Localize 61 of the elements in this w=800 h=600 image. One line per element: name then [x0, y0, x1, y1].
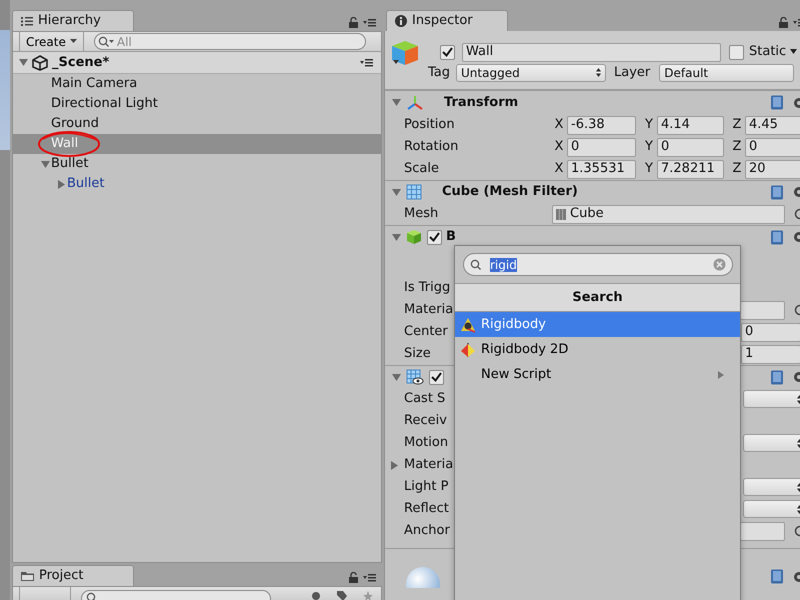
hierarchy-row[interactable]: Ground	[13, 114, 381, 134]
search-field[interactable]: rigid	[463, 253, 733, 276]
menu-item[interactable]: New Script	[455, 362, 740, 387]
number-field[interactable]: 4.45	[745, 116, 800, 134]
axis-label: X	[554, 160, 564, 178]
hierarchy-tab[interactable]: Hierarchy	[12, 10, 134, 31]
component-title: Cube (Mesh Filter)	[442, 183, 578, 202]
hierarchy-row[interactable]: Bullet	[13, 154, 381, 174]
axis-label: Z	[732, 138, 742, 156]
number-field[interactable]: 1	[741, 344, 800, 364]
tag-dropdown[interactable]: Untagged	[456, 64, 606, 82]
axis-label: Z	[732, 160, 742, 178]
layer-label: Layer	[614, 64, 650, 82]
property-label: Mesh	[404, 205, 438, 224]
property-label: Motion	[404, 434, 448, 452]
axis-label: X	[554, 116, 564, 134]
tag-label: Tag	[428, 64, 450, 82]
axis-label: Z	[732, 116, 742, 134]
search-field[interactable]: All	[94, 33, 366, 50]
number-field[interactable]: 4.14	[657, 116, 724, 134]
property-label: Receiv	[404, 412, 447, 430]
property-label: Is Trigg	[404, 279, 450, 298]
number-field[interactable]: 0	[657, 138, 724, 156]
popup-header: Search	[455, 284, 740, 312]
hierarchy-row[interactable]: Directional Light	[13, 94, 381, 114]
axis-label: Y	[644, 116, 654, 134]
component-title: B	[446, 228, 456, 246]
property-label: Materia	[404, 301, 454, 320]
property-label: Materia	[404, 456, 454, 474]
property-label: Anchor	[404, 522, 450, 540]
property-label: Size	[404, 345, 431, 364]
axis-label: X	[554, 138, 564, 156]
name-field[interactable]: Wall	[462, 42, 721, 62]
hierarchy-row[interactable]: Bullet	[13, 174, 381, 194]
number-field[interactable]: 0	[741, 322, 800, 342]
inspector-tab[interactable]: Inspector	[386, 10, 508, 31]
property-label: Rotation	[404, 138, 458, 156]
property-label: Scale	[404, 160, 439, 178]
number-field[interactable]: 20	[745, 160, 800, 178]
project-tab[interactable]: Project	[12, 565, 134, 586]
number-field[interactable]: 0	[745, 138, 800, 156]
property-label: Cast S	[404, 390, 446, 408]
number-field[interactable]: 7.28211	[657, 160, 724, 178]
number-field[interactable]: 0	[567, 138, 636, 156]
number-field[interactable]: -6.38	[567, 116, 636, 134]
create-button[interactable]: Create	[19, 32, 84, 51]
menu-item[interactable]: Rigidbody 2D	[455, 337, 740, 362]
layer-dropdown[interactable]: Default	[659, 64, 794, 82]
menu-item[interactable]: Rigidbody	[455, 312, 740, 337]
property-label: Position	[404, 116, 455, 134]
static-label: Static	[749, 43, 786, 62]
axis-label: Y	[644, 160, 654, 178]
property-label: Reflect	[404, 500, 449, 518]
number-field[interactable]: 1.35531	[567, 160, 636, 178]
property-label: Light P	[404, 478, 448, 496]
component-title: Transform	[444, 94, 518, 112]
hierarchy-row[interactable]: Main Camera	[13, 74, 381, 94]
object-field[interactable]: Cube	[552, 204, 785, 224]
property-label: Center	[404, 323, 448, 342]
axis-label: Y	[644, 138, 654, 156]
scene-name: _Scene*	[52, 54, 110, 72]
